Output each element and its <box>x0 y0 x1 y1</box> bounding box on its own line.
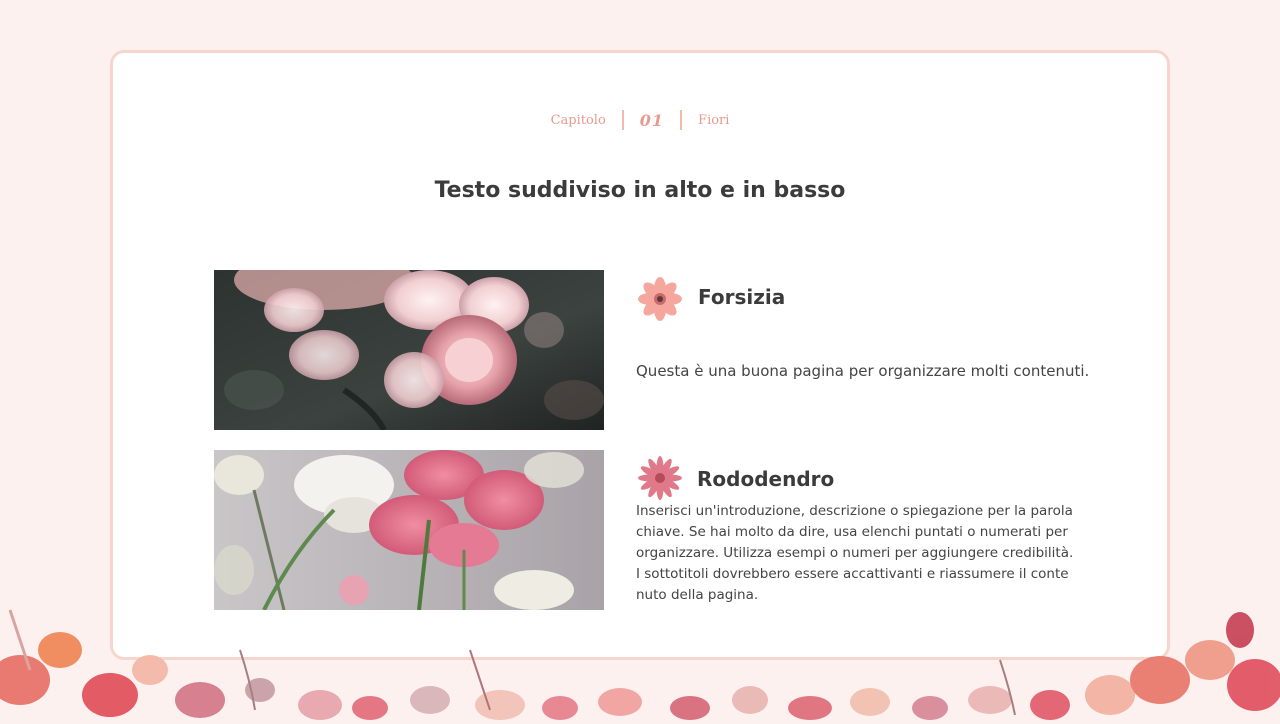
chapter-number: 01 <box>639 110 665 130</box>
chapter-label: Capitolo <box>550 112 606 128</box>
chapter-header: Capitolo 01 Fiori <box>0 110 1280 130</box>
item-heading-forsizia: Forsizia <box>698 285 786 309</box>
floral-garland-decoration <box>0 590 1280 720</box>
item-description: Questa è una buona pagina per organizzar… <box>636 362 1090 380</box>
pink-flower-icon <box>636 454 684 502</box>
divider <box>680 110 683 130</box>
flower-photo-sweet-peas <box>214 450 604 610</box>
page-title: Testo suddiviso in alto e in basso <box>434 178 846 203</box>
item-heading-rododendro: Rododendro <box>697 467 835 491</box>
flower-photo-roses <box>214 270 604 430</box>
divider <box>621 110 624 130</box>
section-label: Fiori <box>698 112 730 128</box>
pink-flower-icon <box>636 275 684 323</box>
